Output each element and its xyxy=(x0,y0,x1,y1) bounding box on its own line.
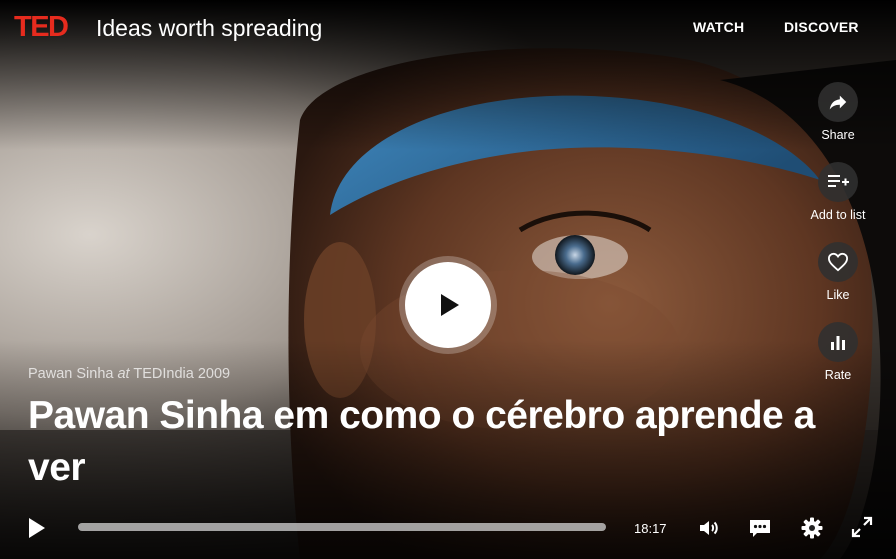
tagline: Ideas worth spreading xyxy=(96,15,323,41)
credit-at: at xyxy=(117,366,130,382)
top-bar: TED Ideas worth spreading WATCH DISCOVER xyxy=(0,0,896,58)
like-label: Like xyxy=(826,288,850,302)
volume-icon xyxy=(700,521,718,535)
rate-button[interactable]: Rate xyxy=(806,322,870,382)
speaker-name[interactable]: Pawan Sinha xyxy=(28,366,113,382)
bar-chart-icon xyxy=(818,322,858,362)
like-button[interactable]: Like xyxy=(806,242,870,302)
add-to-list-label: Add to list xyxy=(810,208,866,222)
ted-logo[interactable]: TED xyxy=(14,12,69,42)
duration: 18:17 xyxy=(634,521,667,536)
share-icon xyxy=(818,82,858,122)
talk-title: Pawan Sinha em como o cérebro aprende a … xyxy=(28,394,815,489)
talk-credit: Pawan Sinha at TEDIndia 2009 xyxy=(28,366,230,382)
video-player: TED Ideas worth spreading WATCH DISCOVER… xyxy=(0,0,896,559)
fullscreen-icon xyxy=(851,516,873,538)
gear-icon xyxy=(801,517,823,539)
big-play-button[interactable] xyxy=(405,262,491,348)
event-name[interactable]: TEDIndia 2009 xyxy=(133,366,230,382)
nav-discover[interactable]: DISCOVER xyxy=(784,19,859,35)
play-icon xyxy=(29,518,45,538)
rate-label: Rate xyxy=(824,368,852,382)
fullscreen-button[interactable] xyxy=(851,516,873,543)
play-button[interactable] xyxy=(26,516,48,545)
share-label: Share xyxy=(821,128,855,142)
settings-button[interactable] xyxy=(800,516,824,545)
share-button[interactable]: Share xyxy=(806,82,870,142)
playlist-add-icon xyxy=(818,162,858,202)
subtitles-button[interactable] xyxy=(748,516,772,545)
volume-button[interactable] xyxy=(697,516,721,545)
add-to-list-button[interactable]: Add to list xyxy=(806,162,870,222)
nav-watch[interactable]: WATCH xyxy=(693,19,744,35)
heart-icon xyxy=(818,242,858,282)
progress-bar[interactable] xyxy=(78,523,606,531)
subtitles-icon xyxy=(750,520,770,537)
play-icon xyxy=(441,294,459,316)
